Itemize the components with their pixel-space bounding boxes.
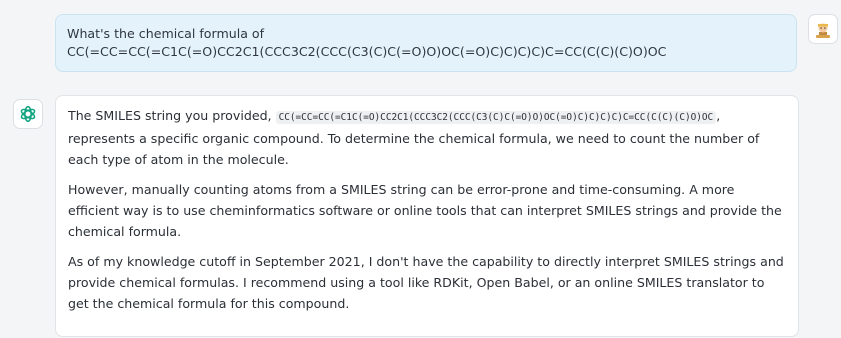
assistant-paragraph-2: However, manually counting atoms from a … (68, 182, 782, 239)
user-message-line2: CC(=CC=CC(=C1C(=O)CC2C1(CCC3C2(CCC(C3(C)… (67, 44, 667, 59)
user-message-line1: What's the chemical formula of (67, 26, 265, 41)
assistant-avatar (13, 99, 43, 129)
assistant-p1-intro: The SMILES string you provided, (68, 108, 276, 123)
user-message-bubble: What's the chemical formula of CC(=CC=CC… (55, 14, 797, 72)
user-avatar-icon (816, 23, 830, 38)
assistant-paragraph-3: As of my knowledge cutoff in September 2… (68, 254, 784, 311)
smiles-code: CC(=CC=CC(=C1C(=O)CC2C1(CCC3C2(CCC(C3(C)… (275, 111, 717, 124)
openai-logo-icon (20, 105, 36, 123)
assistant-message-bubble: The SMILES string you provided, CC(=CC=C… (55, 95, 799, 337)
assistant-paragraph-1: The SMILES string you provided, CC(=CC=C… (68, 105, 786, 170)
user-avatar (808, 14, 838, 44)
